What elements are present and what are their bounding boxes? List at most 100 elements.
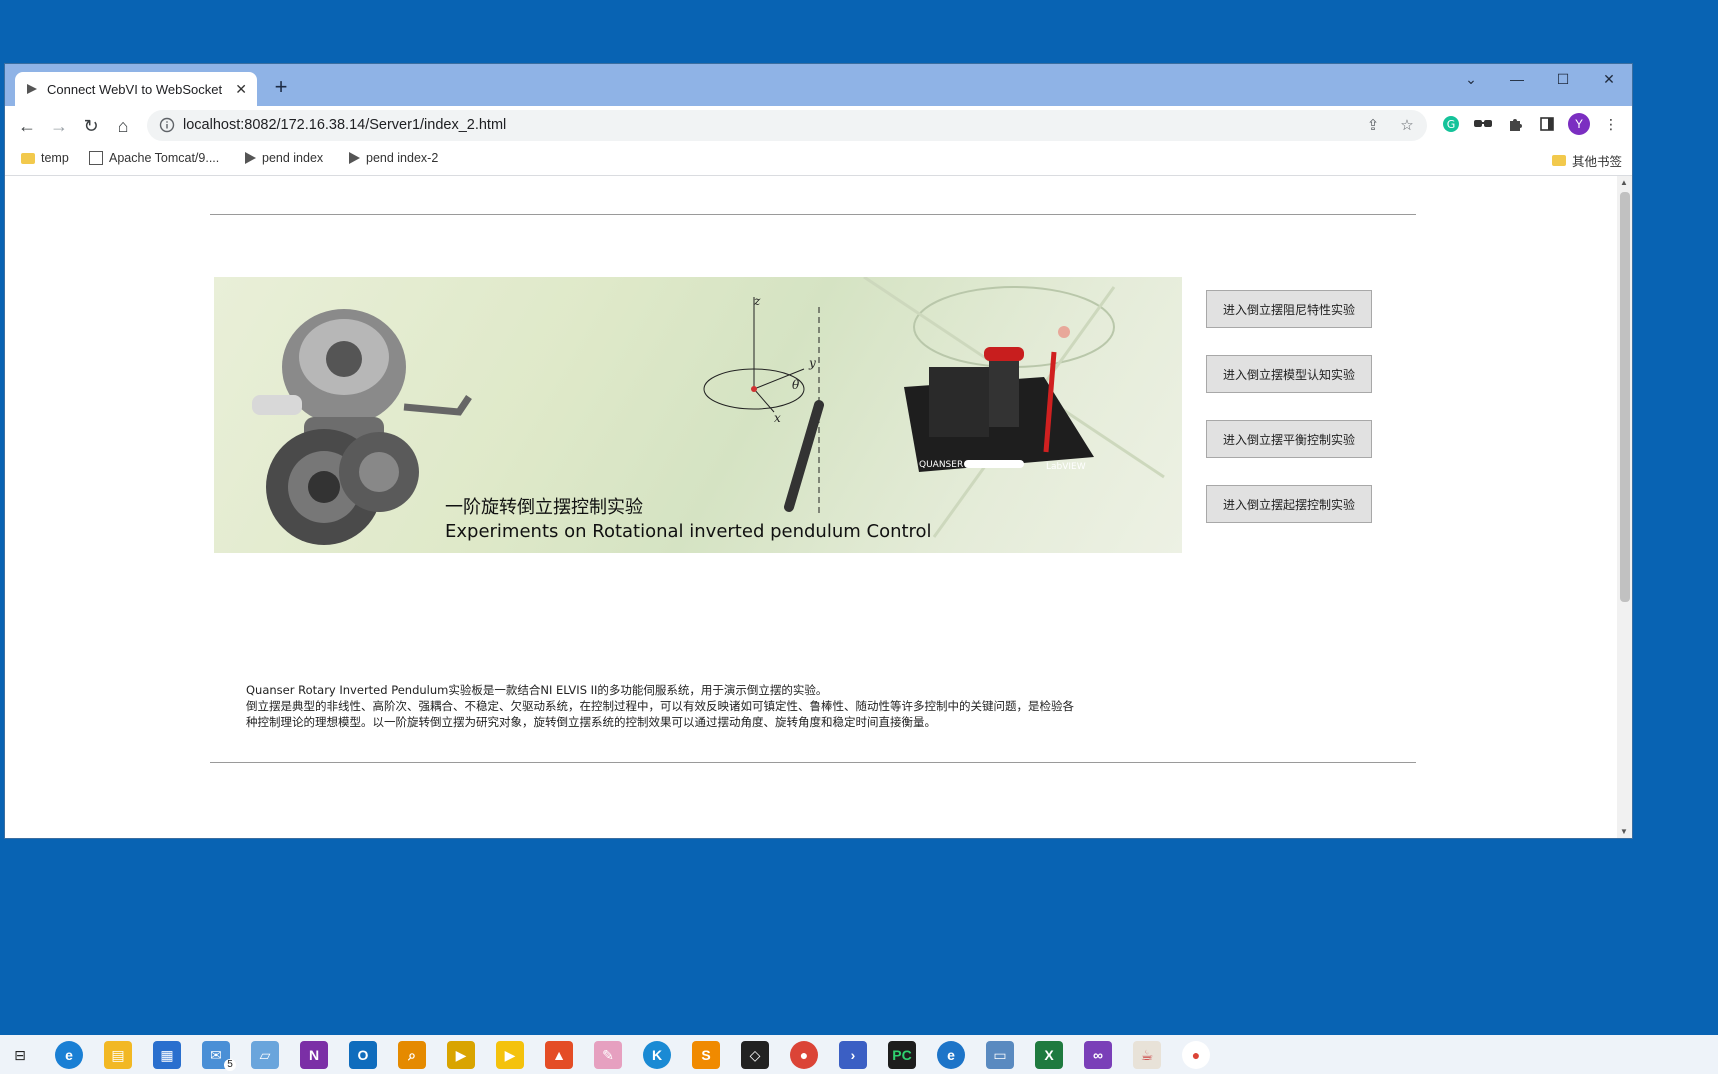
svg-text:y: y (808, 356, 816, 370)
robot-illustration (252, 309, 472, 545)
pycharm-icon[interactable]: PC (888, 1041, 916, 1069)
quanser-logo: QUANSER (919, 460, 963, 470)
unity-icon[interactable]: ◇ (741, 1041, 769, 1069)
mail-badge: 5 (224, 1059, 236, 1071)
balance-control-experiment-button[interactable]: 进入倒立摆平衡控制实验 (1206, 420, 1372, 458)
damping-experiment-button[interactable]: 进入倒立摆阻尼特性实验 (1206, 290, 1372, 328)
folder-icon (21, 152, 35, 164)
bookmark-pend-index-2[interactable]: pend index-2 (349, 151, 438, 165)
media-icon[interactable]: ▶ (447, 1041, 475, 1069)
page-content: z y x θ QUANSER LabVIEW 一阶旋转倒立摆控制实验 Expe… (5, 176, 1617, 838)
store-icon[interactable]: ▦ (153, 1041, 181, 1069)
chrome-active-icon[interactable]: ● (1182, 1041, 1210, 1069)
scrollbar-thumb[interactable] (1620, 192, 1630, 602)
tab-title: Connect WebVI to WebSocket (47, 81, 223, 97)
k-app-icon[interactable]: K (643, 1041, 671, 1069)
scroll-down-icon[interactable]: ▼ (1620, 827, 1628, 836)
tab-close-icon[interactable]: ✕ (235, 81, 247, 98)
banner-image: z y x θ QUANSER LabVIEW 一阶旋转倒立摆控制实验 Expe… (214, 277, 1182, 553)
omnibox-actions: ⇪ ☆ (1363, 115, 1417, 135)
extensions-puzzle-icon[interactable] (1504, 113, 1526, 135)
outlook-icon[interactable]: O (349, 1041, 377, 1069)
grammarly-icon[interactable]: G (1440, 113, 1462, 135)
glasses-extension-icon[interactable] (1472, 113, 1494, 135)
desktop: Connect WebVI to WebSocket ✕ + ⌄ — ☐ ✕ ←… (0, 0, 1718, 1074)
onenote-icon[interactable]: N (300, 1041, 328, 1069)
bookmark-temp[interactable]: temp (21, 151, 69, 165)
bookmark-label: temp (41, 151, 69, 165)
top-divider (210, 214, 1416, 215)
search-tool-icon[interactable]: ⌕ (398, 1041, 426, 1069)
excel-icon[interactable]: X (1035, 1041, 1063, 1069)
home-icon[interactable]: ⌂ (109, 112, 137, 140)
close-window-button[interactable]: ✕ (1586, 64, 1632, 94)
task-view-icon[interactable]: ⊟ (6, 1041, 34, 1069)
info-icon[interactable] (159, 117, 175, 133)
banner-title-en: Experiments on Rotational inverted pendu… (445, 521, 932, 542)
remote-desktop-icon[interactable]: ▭ (986, 1041, 1014, 1069)
browser-tab[interactable]: Connect WebVI to WebSocket ✕ (15, 72, 257, 106)
java-icon[interactable]: ☕ (1133, 1041, 1161, 1069)
model-cognition-experiment-button[interactable]: 进入倒立摆模型认知实验 (1206, 355, 1372, 393)
sublime-icon[interactable]: S (692, 1041, 720, 1069)
url-text[interactable]: localhost:8082/172.16.38.14/Server1/inde… (183, 117, 506, 133)
page-scrollbar[interactable]: ▲ ▼ (1617, 176, 1632, 838)
banner-caption: 一阶旋转倒立摆控制实验 Experiments on Rotational in… (445, 493, 932, 542)
play-favicon-icon (25, 82, 39, 96)
svg-text:G: G (1447, 118, 1456, 131)
description-line: 倒立摆是典型的非线性、高阶次、强耦合、不稳定、欠驱动系统，在控制过程中，可以有效… (246, 699, 1074, 713)
taskbar: ⊟ e ▤ ▦ ✉ 5 ▱ N O ⌕ ▶ ▶ ▲ ✎ K S ◇ ● › PC… (0, 1035, 1718, 1074)
svg-text:z: z (753, 294, 761, 308)
matlab-icon[interactable]: ▲ (545, 1041, 573, 1069)
pendulum-diagram (703, 297, 824, 517)
visual-studio-icon[interactable]: ∞ (1084, 1041, 1112, 1069)
extensions-area: G Y ⋮ (1440, 113, 1622, 135)
bookmark-label: 其他书签 (1571, 155, 1622, 169)
reload-icon[interactable]: ↻ (77, 112, 105, 140)
browser-window: Connect WebVI to WebSocket ✕ + ⌄ — ☐ ✕ ←… (5, 64, 1632, 838)
address-bar[interactable]: localhost:8082/172.16.38.14/Server1/inde… (147, 110, 1427, 141)
other-bookmarks[interactable]: 其他书签 (1551, 151, 1622, 170)
ie-icon[interactable]: e (937, 1041, 965, 1069)
file-explorer-icon[interactable]: ▤ (104, 1041, 132, 1069)
bookmarks-bar: temp Apache Tomcat/9.... pend index pend… (5, 145, 1632, 176)
menu-dots-icon[interactable]: ⋮ (1600, 113, 1622, 135)
play-icon (349, 152, 360, 164)
bookmark-label: pend index-2 (366, 151, 439, 165)
bookmark-label: pend index (262, 151, 324, 165)
side-panel-icon[interactable] (1536, 113, 1558, 135)
drawing-app-icon[interactable]: ✎ (594, 1041, 622, 1069)
quanser-device-image (904, 347, 1094, 472)
slides-icon[interactable]: ▶ (496, 1041, 524, 1069)
browser-toolbar: ← → ↻ ⌂ localhost:8082/172.16.38.14/Serv… (5, 106, 1632, 145)
share-icon[interactable]: ⇪ (1363, 115, 1383, 135)
bottom-divider (210, 762, 1416, 763)
window-controls: ⌄ — ☐ ✕ (1448, 64, 1632, 94)
labview-logo: LabVIEW (1046, 462, 1086, 472)
svg-text:θ: θ (792, 378, 800, 392)
powershell-icon[interactable]: › (839, 1041, 867, 1069)
forward-arrow-icon[interactable]: → (45, 112, 73, 140)
bookmark-star-icon[interactable]: ☆ (1397, 115, 1417, 135)
svg-text:x: x (774, 411, 781, 425)
bookmark-pend-index[interactable]: pend index (245, 151, 323, 165)
edge-browser-icon[interactable]: e (55, 1041, 83, 1069)
minimize-button[interactable]: — (1494, 64, 1540, 94)
description-text: Quanser Rotary Inverted Pendulum实验板是一款结合… (246, 682, 1126, 730)
description-line: 种控制理论的理想模型。以一阶旋转倒立摆为研究对象，旋转倒立摆系统的控制效果可以通… (246, 715, 936, 729)
maximize-button[interactable]: ☐ (1540, 64, 1586, 94)
banner-title-cn: 一阶旋转倒立摆控制实验 (445, 497, 643, 518)
chrome-icon[interactable]: ● (790, 1041, 818, 1069)
bookmark-tomcat[interactable]: Apache Tomcat/9.... (89, 151, 219, 165)
scroll-up-icon[interactable]: ▲ (1620, 178, 1628, 187)
title-bar: Connect WebVI to WebSocket ✕ + ⌄ — ☐ ✕ (5, 64, 1632, 106)
play-icon (245, 152, 256, 164)
back-arrow-icon[interactable]: ← (13, 112, 41, 140)
network-icon[interactable]: ▱ (251, 1041, 279, 1069)
profile-avatar[interactable]: Y (1568, 113, 1590, 135)
swing-up-control-experiment-button[interactable]: 进入倒立摆起摆控制实验 (1206, 485, 1372, 523)
tomcat-page-icon (89, 151, 103, 165)
bookmark-label: Apache Tomcat/9.... (109, 151, 220, 165)
new-tab-button[interactable]: + (267, 74, 295, 102)
tab-search-icon[interactable]: ⌄ (1448, 64, 1494, 94)
